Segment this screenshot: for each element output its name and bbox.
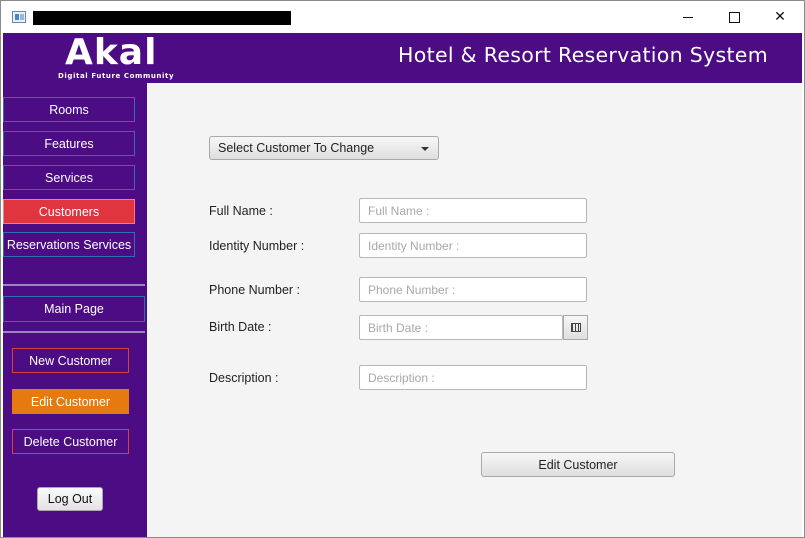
full-name-field[interactable] xyxy=(359,198,587,223)
maximize-button[interactable] xyxy=(711,1,757,33)
chevron-down-icon xyxy=(421,147,429,151)
phone-number-label: Phone Number : xyxy=(209,283,301,297)
sidebar-item-rooms[interactable]: Rooms xyxy=(3,97,135,122)
window-title-redacted xyxy=(33,11,291,25)
description-label: Description : xyxy=(209,371,279,385)
main-page-button[interactable]: Main Page xyxy=(3,296,145,322)
sidebar: Rooms Features Services Customers Reserv… xyxy=(3,83,147,537)
main-panel: Select Customer To Change Full Name : Id… xyxy=(147,83,802,537)
minimize-icon xyxy=(683,16,693,18)
close-button[interactable]: ✕ xyxy=(757,1,803,33)
close-icon: ✕ xyxy=(774,9,786,25)
sidebar-item-services[interactable]: Services xyxy=(3,165,135,190)
edit-customer-button[interactable]: Edit Customer xyxy=(12,389,129,414)
sidebar-item-customers[interactable]: Customers xyxy=(3,199,135,224)
customer-select-dropdown[interactable]: Select Customer To Change xyxy=(209,136,439,160)
identity-number-label: Identity Number : xyxy=(209,239,305,253)
logo: Akal xyxy=(65,32,158,73)
minimize-button[interactable] xyxy=(665,1,711,33)
sidebar-item-reservations-services[interactable]: Reservations Services xyxy=(3,232,135,257)
calendar-icon xyxy=(570,323,581,332)
description-field[interactable] xyxy=(359,365,587,390)
sidebar-divider xyxy=(3,331,145,333)
edit-customer-submit-button[interactable]: Edit Customer xyxy=(481,452,675,477)
app-window: ✕ Akal Digital Future Community Hotel & … xyxy=(0,0,805,538)
maximize-icon xyxy=(728,11,740,23)
birth-date-field[interactable] xyxy=(359,315,563,340)
phone-number-field[interactable] xyxy=(359,277,587,302)
app-header: Akal Digital Future Community Hotel & Re… xyxy=(3,33,802,83)
birth-date-label: Birth Date : xyxy=(209,320,272,334)
logo-tagline: Digital Future Community xyxy=(58,72,175,80)
logout-button[interactable]: Log Out xyxy=(37,487,103,511)
sidebar-divider xyxy=(3,284,145,286)
full-name-label: Full Name : xyxy=(209,204,273,218)
identity-number-field[interactable] xyxy=(359,233,587,258)
title-bar: ✕ xyxy=(1,1,804,33)
sidebar-item-features[interactable]: Features xyxy=(3,131,135,156)
app-window-icon xyxy=(12,11,26,23)
app-title: Hotel & Resort Reservation System xyxy=(398,43,768,67)
new-customer-button[interactable]: New Customer xyxy=(12,348,129,373)
delete-customer-button[interactable]: Delete Customer xyxy=(12,429,129,454)
customer-select-value: Select Customer To Change xyxy=(218,141,375,155)
date-picker-button[interactable] xyxy=(563,315,588,340)
